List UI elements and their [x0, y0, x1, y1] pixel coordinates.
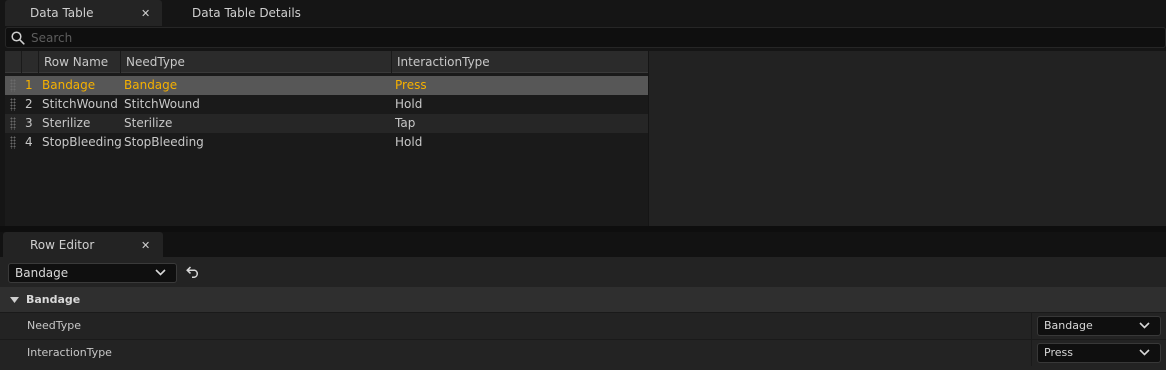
header-row-name[interactable]: Row Name [38, 51, 120, 73]
undo-icon[interactable] [186, 266, 200, 278]
header-need-type[interactable]: NeedType [120, 51, 391, 73]
row-index: 1 [25, 78, 33, 92]
property-row-need-type: NeedType Bandage [0, 312, 1166, 339]
interaction-type-cell: Hold [395, 97, 423, 111]
tab-data-table-details-label: Data Table Details [192, 6, 301, 20]
row-name: StitchWound [42, 97, 118, 111]
header-grip-column [5, 51, 21, 73]
need-type-cell: Sterilize [124, 116, 173, 130]
search-box [5, 27, 1166, 48]
close-icon[interactable]: ✕ [141, 239, 150, 252]
data-table-editor: Data Table ✕ Data Table Details Row Name… [0, 0, 1166, 370]
tab-row-editor-label: Row Editor [30, 238, 95, 252]
row-name: Bandage [42, 78, 96, 92]
drag-handle-icon[interactable] [10, 136, 16, 149]
column-splitter[interactable] [1031, 340, 1032, 366]
need-type-cell: StopBleeding [124, 135, 204, 149]
interaction-type-cell: Press [395, 78, 427, 92]
row-name: StopBleeding [42, 135, 122, 149]
header-index-column [21, 51, 38, 73]
table-row[interactable]: 2 StitchWound StitchWound Hold [5, 95, 648, 114]
row-editor-panel: Bandage Bandage NeedType Bandage Interac… [0, 257, 1166, 370]
row-index: 3 [25, 116, 33, 130]
table-row[interactable]: 4 StopBleeding StopBleeding Hold [5, 133, 648, 152]
collapse-triangle-icon [10, 296, 19, 303]
table-header: Row Name NeedType InteractionType [5, 51, 648, 73]
empty-panel-area [649, 51, 1166, 226]
data-table: Row Name NeedType InteractionType 1 Band… [5, 51, 648, 226]
need-type-dropdown[interactable]: Bandage [1037, 316, 1161, 336]
table-row[interactable]: 1 Bandage Bandage Press [5, 76, 648, 95]
table-row[interactable]: 3 Sterilize Sterilize Tap [5, 114, 648, 133]
tab-data-table-details[interactable]: Data Table Details [192, 0, 332, 26]
need-type-value: Bandage [1044, 319, 1093, 332]
drag-handle-icon[interactable] [10, 98, 16, 111]
close-icon[interactable]: ✕ [141, 7, 150, 20]
need-type-cell: Bandage [124, 78, 178, 92]
search-input[interactable] [31, 30, 1131, 45]
tab-data-table-label: Data Table [30, 6, 94, 20]
category-header[interactable]: Bandage [0, 287, 1166, 312]
property-row-interaction-type: InteractionType Press [0, 339, 1166, 366]
row-editor-tab-bar: Row Editor ✕ [0, 232, 1166, 258]
interaction-type-value: Press [1044, 346, 1073, 359]
tab-data-table[interactable]: Data Table ✕ [5, 0, 162, 26]
interaction-type-cell: Hold [395, 135, 423, 149]
chevron-down-icon [1139, 322, 1150, 329]
top-tab-bar: Data Table ✕ Data Table Details [0, 0, 1166, 26]
drag-handle-icon[interactable] [10, 79, 16, 92]
column-splitter[interactable] [1031, 313, 1032, 339]
header-interaction-type[interactable]: InteractionType [391, 51, 648, 73]
category-label: Bandage [26, 293, 81, 306]
chevron-down-icon [155, 269, 166, 276]
row-select-dropdown[interactable]: Bandage [8, 263, 177, 283]
row-select-value: Bandage [15, 266, 69, 280]
interaction-type-cell: Tap [395, 116, 416, 130]
interaction-type-dropdown[interactable]: Press [1037, 343, 1161, 363]
search-icon [11, 30, 25, 45]
need-type-cell: StitchWound [124, 97, 200, 111]
drag-handle-icon[interactable] [10, 117, 16, 130]
chevron-down-icon [1139, 349, 1150, 356]
row-name: Sterilize [42, 116, 91, 130]
property-name: InteractionType [27, 346, 112, 359]
row-index: 2 [25, 97, 33, 111]
row-index: 4 [25, 135, 33, 149]
tab-row-editor[interactable]: Row Editor ✕ [3, 232, 163, 258]
property-name: NeedType [27, 319, 82, 332]
